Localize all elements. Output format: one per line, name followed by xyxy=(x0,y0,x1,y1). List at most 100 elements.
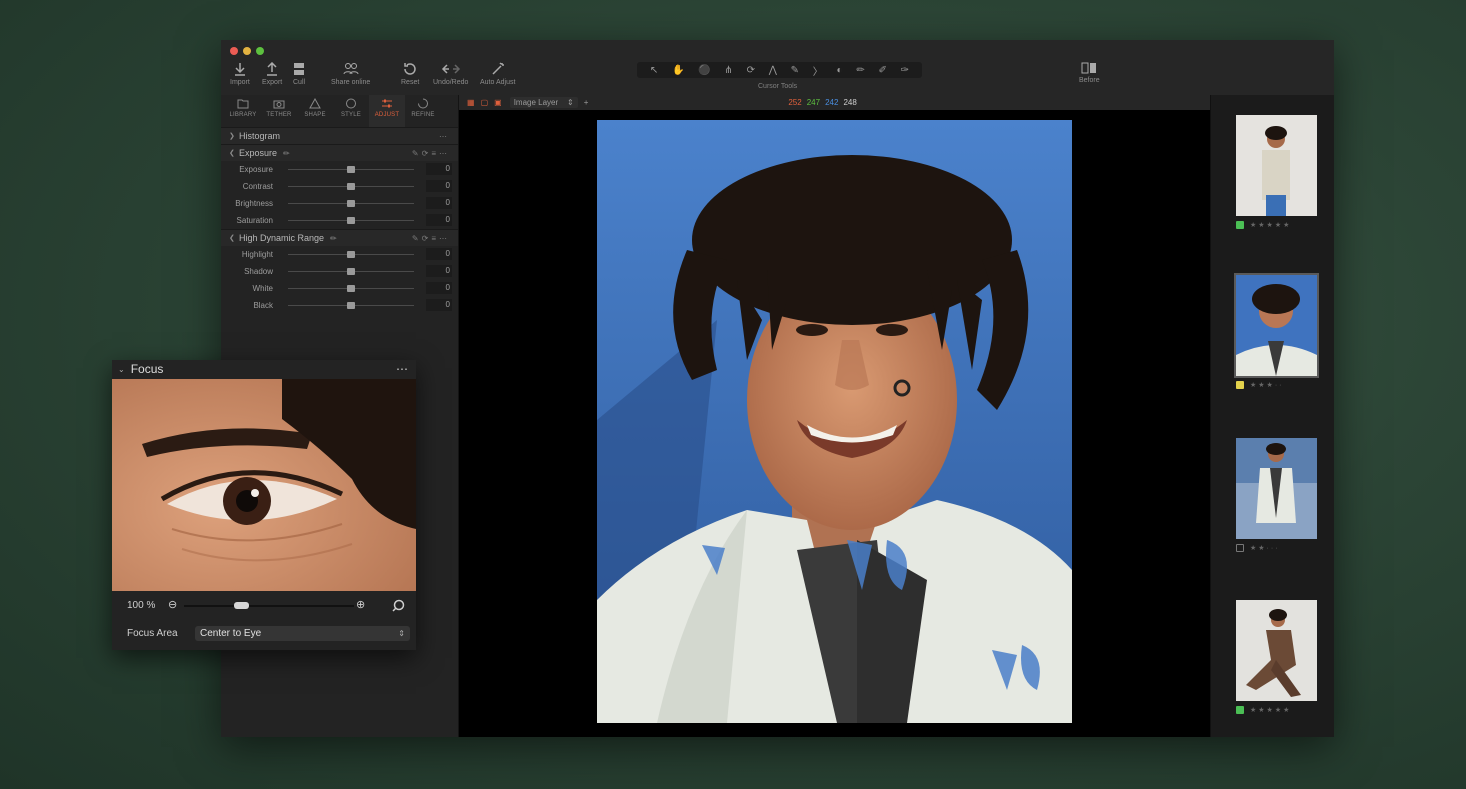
loupe-icon[interactable]: ⚫ xyxy=(698,65,710,76)
slider-value[interactable]: 0 xyxy=(426,299,452,311)
chevron-down-icon: ❮ xyxy=(229,150,235,157)
thumbnail-3[interactable]: ★★··· xyxy=(1236,438,1317,552)
viewer-subbar: ▦ ▢ ▣ Image Layer ⇕ + 252 247 242 248 xyxy=(459,95,1334,110)
focus-loupe-image[interactable] xyxy=(112,379,416,591)
readout-r: 252 xyxy=(788,98,802,107)
rating[interactable]: ★★★★★ xyxy=(1236,706,1317,714)
histogram-section-header[interactable]: ❯ Histogram ⋯ xyxy=(221,127,458,144)
keystone-icon[interactable]: ⋀ xyxy=(769,65,777,76)
zoom-in-icon[interactable]: ⊕ xyxy=(356,598,365,611)
color-tag[interactable] xyxy=(1236,221,1244,229)
share-online-button[interactable]: Share online xyxy=(331,62,370,86)
gradient-icon[interactable]: ◐ xyxy=(837,65,843,76)
more-icon[interactable]: ⋯ xyxy=(439,132,450,141)
tab-adjust[interactable]: ADJUST xyxy=(369,95,405,127)
slider-row: Contrast 0 xyxy=(221,178,458,195)
select-cursor-icon[interactable]: ↖ xyxy=(650,65,658,76)
color-tag[interactable] xyxy=(1236,706,1244,714)
exposure-section-header[interactable]: ❮ Exposure ✏ ✎⟳≡⋯ xyxy=(221,144,458,161)
picker-icon[interactable]: ✏ xyxy=(283,149,290,158)
star-rating[interactable]: ★★★★★ xyxy=(1250,706,1291,714)
slider-value[interactable]: 0 xyxy=(426,265,452,277)
tab-style[interactable]: STYLE xyxy=(333,95,369,127)
zoom-button[interactable] xyxy=(256,47,264,55)
search-icon[interactable] xyxy=(392,599,405,612)
zoom-slider-thumb[interactable] xyxy=(234,602,249,609)
tab-tether[interactable]: TETHER xyxy=(261,95,297,127)
star-rating[interactable]: ★★★·· xyxy=(1250,381,1284,389)
image-viewer[interactable] xyxy=(459,110,1210,737)
color-tag[interactable] xyxy=(1236,381,1244,389)
slider-thumb[interactable] xyxy=(347,268,355,275)
picker-icon[interactable]: ✐ xyxy=(878,65,886,76)
compare-view-icon[interactable]: ▣ xyxy=(494,98,502,107)
eraser-icon[interactable]: 〉 xyxy=(813,63,823,78)
star-rating[interactable]: ★★★★★ xyxy=(1250,221,1291,229)
crop-icon[interactable]: ⋔ xyxy=(724,65,732,76)
focus-panel: ⌄ Focus ⋯ 100 % ⊖ ⊕ Focus Area Center to… xyxy=(112,360,416,650)
close-button[interactable] xyxy=(230,47,238,55)
slider-thumb[interactable] xyxy=(347,200,355,207)
color-tag[interactable] xyxy=(1236,544,1244,552)
star-rating[interactable]: ★★··· xyxy=(1250,544,1280,552)
tab-library[interactable]: LIBRARY xyxy=(225,95,261,127)
slider-value[interactable]: 0 xyxy=(426,163,452,175)
rating[interactable]: ★★··· xyxy=(1236,544,1317,552)
image-layer-select[interactable]: Image Layer ⇕ xyxy=(509,97,578,108)
slider-thumb[interactable] xyxy=(347,183,355,190)
main-photo[interactable] xyxy=(597,120,1072,723)
section-tools-icons[interactable]: ✎⟳≡⋯ xyxy=(412,234,450,243)
picker-icon[interactable]: ✏ xyxy=(330,234,337,243)
rotate-icon[interactable]: ⟳ xyxy=(747,65,755,76)
readout-b: 242 xyxy=(825,98,839,107)
thumbnail-1[interactable]: ★★★★★ xyxy=(1236,115,1317,229)
slider-value[interactable]: 0 xyxy=(426,180,452,192)
annotate-icon[interactable]: ✑ xyxy=(901,65,909,76)
grid-view-icon[interactable]: ▦ xyxy=(467,98,475,107)
slider-value[interactable]: 0 xyxy=(426,197,452,209)
more-icon[interactable]: ⋯ xyxy=(396,362,408,376)
pan-cursor-icon[interactable]: ✋ xyxy=(672,65,684,76)
undo-redo-button[interactable]: Undo/Redo xyxy=(433,62,468,86)
cull-button[interactable]: Cull xyxy=(293,62,305,86)
slider-row: Black 0 xyxy=(221,297,458,314)
import-button[interactable]: Import xyxy=(230,62,250,86)
focus-header[interactable]: ⌄ Focus ⋯ xyxy=(112,360,416,378)
tab-refine[interactable]: REFINE xyxy=(405,95,441,127)
tab-shape[interactable]: SHAPE xyxy=(297,95,333,127)
slider-value[interactable]: 0 xyxy=(426,248,452,260)
slider-thumb[interactable] xyxy=(347,166,355,173)
focus-area-select[interactable]: Center to Eye ⇕ xyxy=(195,626,410,641)
thumbnail-image xyxy=(1236,115,1317,216)
heal-icon[interactable]: ✏ xyxy=(856,65,864,76)
rating[interactable]: ★★★★★ xyxy=(1236,221,1317,229)
single-view-icon[interactable]: ▢ xyxy=(481,98,489,107)
slider-thumb[interactable] xyxy=(347,251,355,258)
zoom-out-icon[interactable]: ⊖ xyxy=(168,598,177,611)
add-layer-icon[interactable]: + xyxy=(584,98,589,107)
zoom-slider[interactable] xyxy=(184,605,354,607)
chevron-down-icon: ❮ xyxy=(229,235,235,242)
cull-icon xyxy=(294,63,305,75)
compare-icon xyxy=(1081,62,1097,74)
people-icon xyxy=(343,63,359,75)
brush-icon[interactable]: ✎ xyxy=(791,65,799,76)
slider-thumb[interactable] xyxy=(347,302,355,309)
minimize-button[interactable] xyxy=(243,47,251,55)
slider-thumb[interactable] xyxy=(347,285,355,292)
slider-thumb[interactable] xyxy=(347,217,355,224)
reset-button[interactable]: Reset xyxy=(401,62,419,86)
refine-icon xyxy=(418,98,428,109)
slider-value[interactable]: 0 xyxy=(426,214,452,226)
thumbnail-4[interactable]: ★★★★★ xyxy=(1236,600,1317,714)
chevron-updown-icon: ⇕ xyxy=(566,98,574,107)
export-button[interactable]: Export xyxy=(262,62,282,86)
thumbnail-2[interactable]: ★★★·· xyxy=(1234,273,1319,389)
before-button[interactable]: Before xyxy=(1079,62,1100,84)
section-tools-icons[interactable]: ✎⟳≡⋯ xyxy=(412,149,450,158)
slider-value[interactable]: 0 xyxy=(426,282,452,294)
hdr-section-header[interactable]: ❮ High Dynamic Range ✏ ✎⟳≡⋯ xyxy=(221,229,458,246)
slider-label: Saturation xyxy=(236,216,273,225)
rating[interactable]: ★★★·· xyxy=(1236,381,1317,389)
auto-adjust-button[interactable]: Auto Adjust xyxy=(480,62,515,86)
